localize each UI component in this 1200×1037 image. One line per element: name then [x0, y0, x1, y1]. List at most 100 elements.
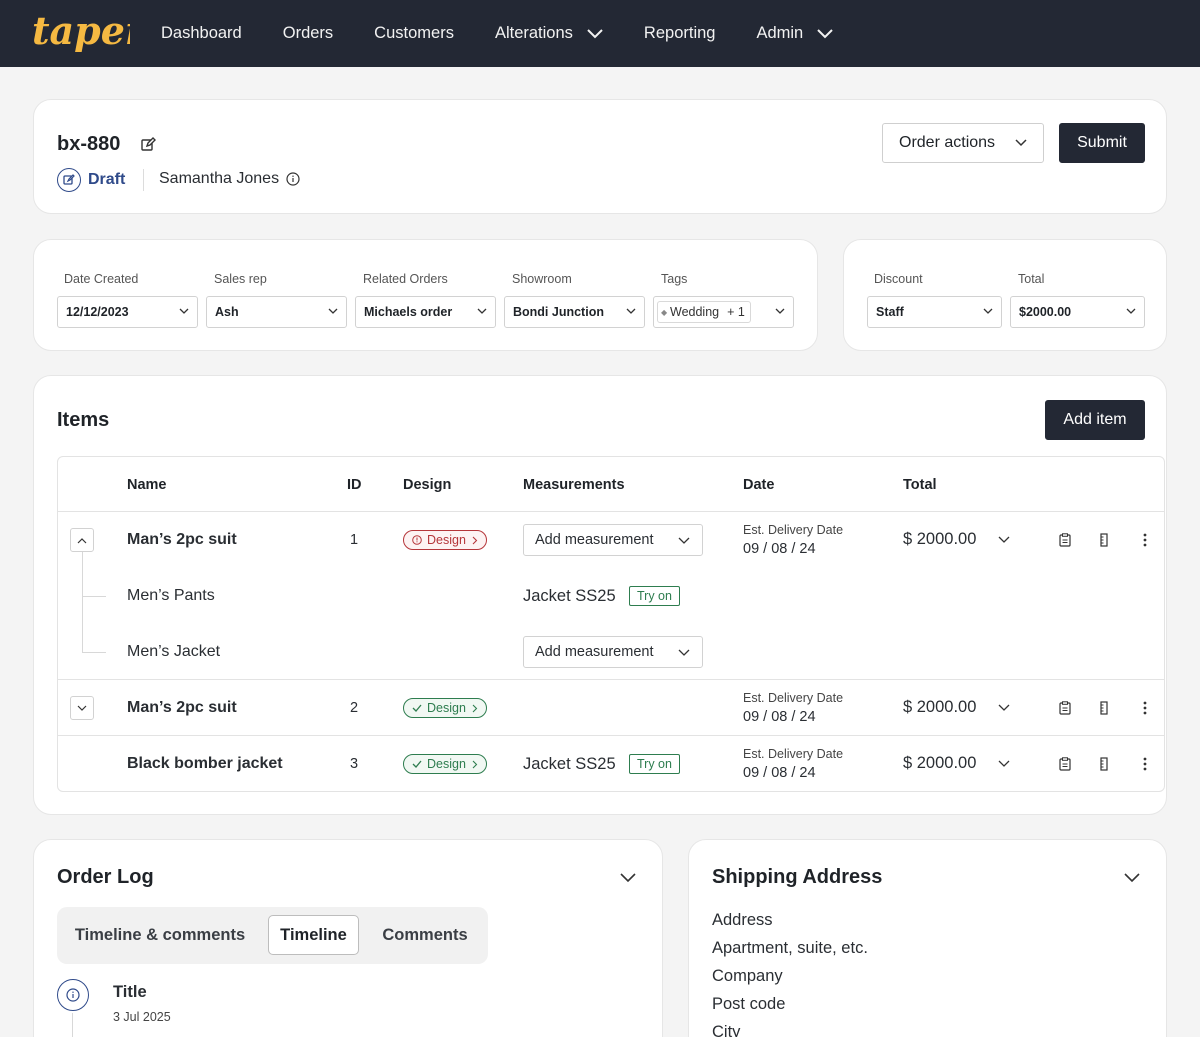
order-id: bx-880 — [57, 133, 121, 155]
chevron-down-icon — [328, 308, 338, 314]
tags-select[interactable]: ◆ Wedding + 1 — [653, 296, 794, 328]
clipboard-icon[interactable] — [1059, 757, 1071, 771]
chevron-right-icon — [472, 704, 478, 712]
showroom-select[interactable]: Bondi Junction — [504, 296, 645, 328]
chevron-down-icon — [775, 308, 785, 314]
order-actions-button[interactable]: Order actions — [882, 123, 1044, 163]
add-measurement-select[interactable]: Add measurement — [523, 524, 703, 556]
measurement-name[interactable]: Jacket SS25 — [523, 755, 616, 774]
clipboard-icon[interactable] — [1059, 533, 1071, 547]
child-item-name[interactable]: Men’s Jacket — [127, 643, 220, 661]
submit-button[interactable]: Submit — [1059, 123, 1145, 163]
design-status-pill[interactable]: Design — [403, 698, 487, 718]
date-created-select[interactable]: 12/12/2023 — [57, 296, 198, 328]
showroom-label: Showroom — [512, 272, 572, 286]
total-select[interactable]: $2000.00 — [1010, 296, 1145, 328]
chevron-down-icon — [817, 28, 833, 38]
discount-select[interactable]: Staff — [867, 296, 1002, 328]
add-measurement-select[interactable]: Add measurement — [523, 636, 703, 668]
ruler-icon[interactable] — [1100, 533, 1108, 547]
measurement-name[interactable]: Jacket SS25 — [523, 587, 616, 606]
item-name[interactable]: Black bomber jacket — [127, 755, 283, 773]
header-divider — [58, 511, 1164, 512]
chevron-right-icon — [472, 536, 478, 544]
apartment-field: Apartment, suite, etc. — [712, 939, 868, 957]
child-item-name[interactable]: Men’s Pants — [127, 587, 215, 605]
chevron-down-icon[interactable] — [620, 873, 636, 883]
item-id: 1 — [350, 532, 359, 548]
more-vertical-icon[interactable] — [1143, 757, 1147, 771]
item-name[interactable]: Man’s 2pc suit — [127, 531, 237, 549]
item-name[interactable]: Man’s 2pc suit — [127, 699, 237, 717]
status-text: Draft — [88, 171, 126, 188]
clipboard-icon[interactable] — [1059, 701, 1071, 715]
customer-name[interactable]: Samantha Jones — [159, 170, 300, 188]
nav-admin[interactable]: Admin — [756, 24, 833, 43]
expand-row-button[interactable] — [70, 696, 94, 720]
remove-tag-icon[interactable]: ◆ — [661, 308, 667, 317]
shipping-card: Shipping Address Address Apartment, suit… — [688, 839, 1167, 1037]
tags-label: Tags — [661, 272, 688, 286]
chevron-down-icon — [983, 308, 993, 314]
more-vertical-icon[interactable] — [1143, 701, 1147, 715]
row-divider — [58, 679, 1164, 680]
chevron-down-icon — [1126, 308, 1136, 314]
row-divider — [58, 735, 1164, 736]
chevron-down-icon[interactable] — [998, 704, 1010, 712]
item-total: $ 2000.00 — [903, 530, 977, 548]
tree-branch — [82, 652, 106, 653]
chevron-down-icon[interactable] — [998, 760, 1010, 768]
tab-comments[interactable]: Comments — [371, 915, 479, 955]
nav-alterations[interactable]: Alterations — [495, 24, 603, 43]
col-design: Design — [403, 477, 452, 493]
order-details-card: Date Created 12/12/2023 Sales rep Ash Re… — [33, 239, 818, 351]
chevron-down-icon[interactable] — [1124, 873, 1140, 883]
design-status-pill[interactable]: Design — [403, 530, 487, 550]
try-on-badge: Try on — [629, 586, 680, 606]
taper-logo[interactable]: taper — [30, 10, 130, 56]
chevron-down-icon — [626, 308, 636, 314]
tag-chip[interactable]: ◆ Wedding + 1 — [657, 301, 751, 323]
more-vertical-icon[interactable] — [1143, 533, 1147, 547]
col-total: Total — [903, 477, 937, 493]
info-icon — [57, 979, 89, 1011]
tree-branch — [82, 596, 106, 597]
pricing-card: Discount Staff Total $2000.00 — [843, 239, 1167, 351]
item-id: 3 — [350, 756, 359, 772]
draft-icon — [57, 168, 81, 192]
nav-orders[interactable]: Orders — [283, 24, 333, 43]
sales-rep-label: Sales rep — [214, 272, 267, 286]
tab-timeline-comments[interactable]: Timeline & comments — [65, 915, 255, 955]
est-delivery-label: Est. Delivery Date — [743, 747, 844, 761]
nav-customers[interactable]: Customers — [374, 24, 454, 43]
tag-more-count: + 1 — [727, 305, 745, 319]
related-orders-label: Related Orders — [363, 272, 448, 286]
chevron-down-icon — [77, 705, 87, 711]
item-total: $ 2000.00 — [903, 698, 977, 716]
est-delivery-date: 09 / 08 / 24 — [743, 709, 816, 725]
svg-text:taper: taper — [32, 10, 130, 53]
design-status-pill[interactable]: Design — [403, 754, 487, 774]
company-field: Company — [712, 967, 783, 985]
order-log-tabs: Timeline & comments Timeline Comments — [57, 907, 488, 964]
add-item-button[interactable]: Add item — [1045, 400, 1145, 440]
ruler-icon[interactable] — [1100, 757, 1108, 771]
sales-rep-select[interactable]: Ash — [206, 296, 347, 328]
collapse-row-button[interactable] — [70, 528, 94, 552]
edit-icon[interactable] — [141, 137, 156, 152]
tab-timeline[interactable]: Timeline — [268, 915, 359, 955]
chevron-down-icon — [678, 649, 690, 656]
nav-reporting[interactable]: Reporting — [644, 24, 716, 43]
alert-circle-icon — [412, 535, 422, 545]
item-total: $ 2000.00 — [903, 754, 977, 772]
items-table: Name ID Design Measurements Date Total M… — [57, 456, 1165, 792]
nav-dashboard[interactable]: Dashboard — [161, 24, 242, 43]
ruler-icon[interactable] — [1100, 701, 1108, 715]
chevron-down-icon[interactable] — [998, 536, 1010, 544]
col-date: Date — [743, 477, 775, 493]
est-delivery-label: Est. Delivery Date — [743, 691, 844, 705]
related-orders-select[interactable]: Michaels order — [355, 296, 496, 328]
info-icon[interactable] — [286, 172, 300, 186]
tree-line — [82, 552, 83, 652]
order-log-title: Order Log — [57, 866, 154, 888]
